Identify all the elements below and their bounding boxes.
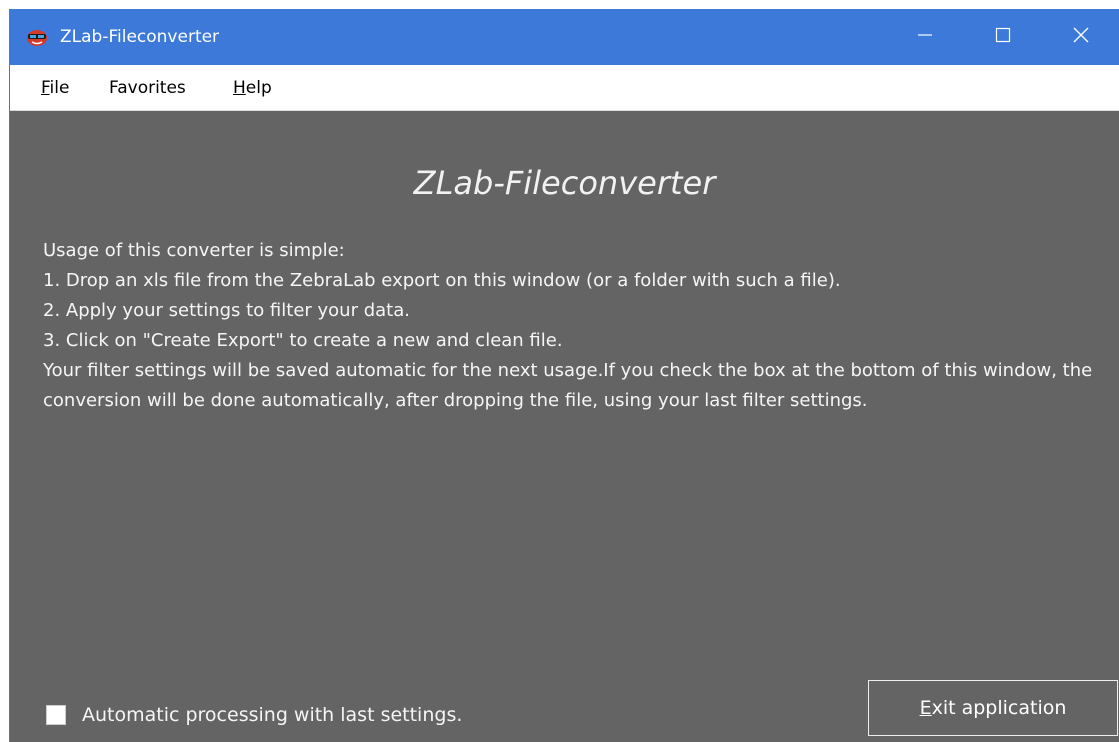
close-button[interactable] — [1052, 9, 1110, 65]
app-window: ZLab-Fileconverter File Favorites Help Z… — [9, 9, 1119, 742]
menu-file[interactable]: File — [41, 77, 69, 99]
window-title: ZLab-Fileconverter — [60, 27, 220, 47]
instruction-line: 1. Drop an xls file from the ZebraLab ex… — [43, 270, 841, 291]
auto-process-checkbox[interactable] — [46, 705, 66, 725]
auto-process-option[interactable]: Automatic processing with last settings. — [46, 703, 462, 727]
instruction-line: 3. Click on "Create Export" to create a … — [43, 330, 563, 351]
close-icon — [1072, 26, 1090, 48]
maximize-icon — [995, 27, 1011, 47]
minimize-button[interactable] — [896, 9, 954, 65]
menu-file-mnemonic: F — [41, 78, 50, 98]
menu-help-mnemonic: H — [233, 78, 246, 98]
menu-favorites-label: Favorites — [109, 78, 186, 98]
instruction-line: 2. Apply your settings to filter your da… — [43, 300, 410, 321]
menu-file-label: ile — [49, 78, 70, 98]
page-title: ZLab-Fileconverter — [413, 164, 716, 202]
exit-mnemonic: E — [919, 697, 932, 719]
minimize-icon — [917, 27, 933, 47]
instruction-line: Your filter settings will be saved autom… — [43, 360, 1093, 411]
instruction-line: Usage of this converter is simple: — [43, 240, 345, 261]
usage-instructions: Usage of this converter is simple: 1. Dr… — [43, 236, 1113, 416]
zlab-app-icon — [26, 27, 48, 47]
menu-bar: File Favorites Help — [10, 65, 1119, 111]
menu-help[interactable]: Help — [233, 77, 272, 99]
drop-area[interactable]: ZLab-Fileconverter Usage of this convert… — [10, 111, 1119, 742]
exit-application-button[interactable]: Exit application — [868, 680, 1118, 736]
auto-process-label[interactable]: Automatic processing with last settings. — [82, 703, 462, 727]
maximize-button[interactable] — [974, 9, 1032, 65]
title-bar[interactable]: ZLab-Fileconverter — [10, 9, 1119, 65]
menu-help-label: elp — [245, 78, 272, 98]
menu-favorites[interactable]: Favorites — [109, 77, 186, 99]
exit-label: xit application — [931, 697, 1067, 719]
